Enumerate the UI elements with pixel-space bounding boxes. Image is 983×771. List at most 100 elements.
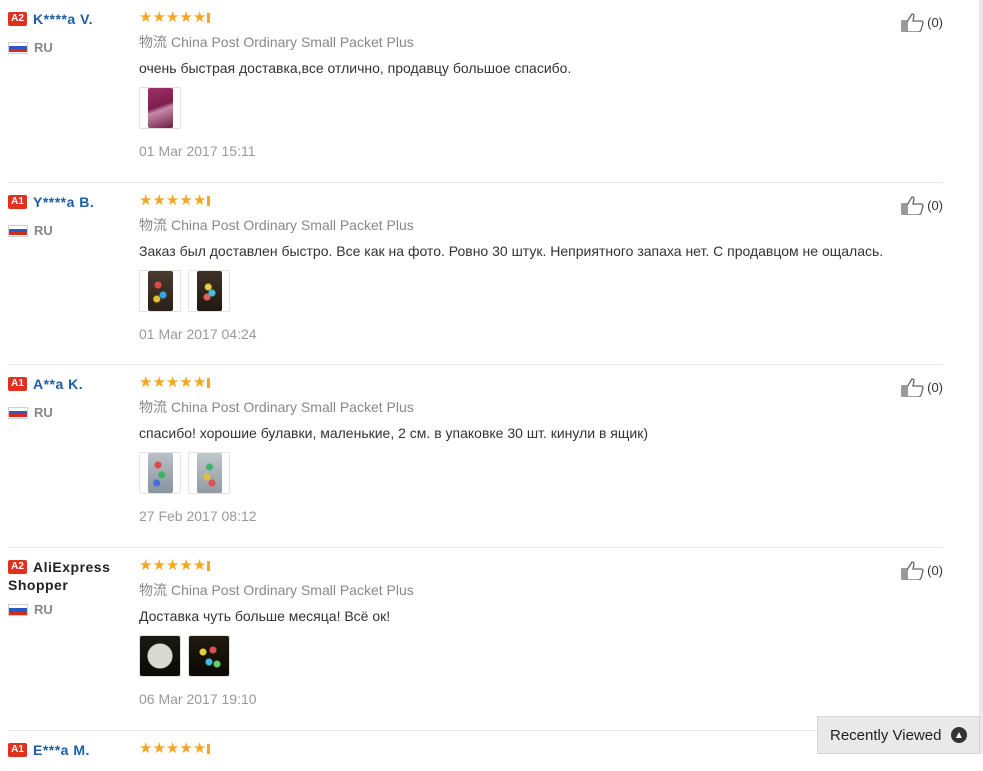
country-code: RU: [34, 405, 53, 420]
russia-flag-icon: [8, 406, 28, 419]
shipping-name: China Post Ordinary Small Packet Plus: [171, 217, 414, 233]
star-icon: ★: [139, 740, 153, 757]
country-code: RU: [34, 223, 53, 238]
helpful-button[interactable]: (0): [901, 195, 943, 215]
star-icon: ★: [192, 740, 207, 757]
country-code: RU: [34, 602, 53, 618]
helpful-button[interactable]: (0): [901, 12, 943, 32]
star-icon: ★: [179, 740, 193, 757]
star-icon: ★: [139, 557, 153, 574]
star-rating: ★ ★ ★ ★ ★: [139, 193, 943, 209]
star-icon: ★: [192, 557, 207, 574]
russia-flag-icon: [8, 41, 28, 54]
review-photo[interactable]: [188, 635, 230, 677]
russia-flag-icon: [8, 224, 28, 237]
shipping-label: 物流: [139, 582, 167, 598]
shipping-label: 物流: [139, 217, 167, 233]
helpful-count: (0): [927, 562, 943, 578]
review-photo[interactable]: [188, 270, 230, 312]
reviewer-info: A1 Y****a B. RU: [8, 193, 133, 238]
star-icon: ★: [152, 192, 166, 209]
star-icon: ★: [192, 192, 207, 209]
star-icon: ★: [139, 9, 153, 26]
star-tail-icon: [207, 378, 211, 388]
helpful-button[interactable]: (0): [901, 377, 943, 397]
star-icon: ★: [165, 557, 180, 574]
review-item: A2 K****a V. RU ★ ★ ★ ★ ★ 物流 China Post Ordina…: [8, 0, 943, 183]
shipping-method: 物流 China Post Ordinary Small Packet Plus: [139, 397, 943, 417]
star-icon: ★: [152, 374, 166, 391]
star-tail-icon: [207, 561, 211, 571]
review-content: ★ ★ ★ ★ ★ 物流 China Post Ordinary Small Packet…: [139, 10, 943, 159]
helpful-count: (0): [927, 379, 943, 395]
country-code: RU: [34, 40, 53, 55]
star-rating: ★ ★ ★ ★ ★: [139, 10, 943, 26]
star-icon: ★: [152, 9, 166, 26]
reviewer-name[interactable]: Y****a B.: [33, 194, 94, 210]
thumbs-up-icon: [901, 13, 924, 32]
review-item: A2 AliExpress Shopper RU ★ ★ ★ ★ ★ 物流 China Po…: [8, 548, 943, 731]
review-date: 06 Mar 2017 19:10: [139, 691, 257, 707]
star-icon: ★: [192, 374, 207, 391]
shipping-method: 物流 China Post Ordinary Small Packet Plus: [139, 32, 943, 52]
reviewer-info: A2 K****a V. RU: [8, 10, 133, 55]
reviewer-info: A1 A**a K. RU: [8, 375, 133, 420]
shipping-method: 物流 China Post Ordinary Small Packet Plus: [139, 215, 943, 235]
review-photo[interactable]: [139, 87, 181, 129]
review-photo[interactable]: [139, 635, 181, 677]
star-rating: ★ ★ ★ ★ ★: [139, 558, 943, 574]
star-icon: ★: [152, 740, 166, 757]
review-photo[interactable]: [139, 452, 181, 494]
reviewer-country: RU: [8, 40, 133, 55]
reviewer-name[interactable]: E***a M.: [33, 742, 90, 758]
shipping-name: China Post Ordinary Small Packet Plus: [171, 34, 414, 50]
buyer-level-badge: A1: [8, 376, 27, 391]
shipping-label: 物流: [139, 399, 167, 415]
star-tail-icon: [207, 744, 211, 754]
review-date: 01 Mar 2017 04:24: [139, 326, 257, 342]
review-photos: [139, 452, 943, 494]
shipping-method: 物流 China Post Ordinary Small Packet Plus: [139, 580, 943, 600]
buyer-level-badge: A2: [8, 560, 27, 574]
thumbs-up-icon: [901, 561, 924, 580]
review-photo[interactable]: [139, 270, 181, 312]
reviewer-country: RU: [8, 405, 133, 420]
chevron-up-icon: ▲: [951, 727, 967, 743]
review-text: Доставка чуть больше месяца! Всё ок!: [139, 608, 391, 624]
review-photos: [139, 87, 943, 129]
star-icon: ★: [165, 740, 180, 757]
star-rating: ★ ★ ★ ★ ★: [139, 375, 943, 391]
star-icon: ★: [179, 192, 193, 209]
shipping-name: China Post Ordinary Small Packet Plus: [171, 399, 414, 415]
star-icon: ★: [165, 192, 180, 209]
buyer-level-badge: A1: [8, 742, 27, 757]
helpful-button[interactable]: (0): [901, 560, 943, 580]
shipping-name: China Post Ordinary Small Packet Plus: [171, 582, 414, 598]
star-icon: ★: [139, 192, 153, 209]
reviewer-name[interactable]: K****a V.: [33, 11, 93, 27]
reviewer-country: RU: [8, 223, 133, 238]
shipping-label: 物流: [139, 34, 167, 50]
review-item: A1 Y****a B. RU ★ ★ ★ ★ ★ 物流 China Post Ordina…: [8, 183, 943, 365]
star-icon: ★: [192, 9, 207, 26]
star-icon: ★: [165, 9, 180, 26]
review-text: очень быстрая доставка,все отлично, прод…: [139, 60, 572, 76]
buyer-level-badge: A1: [8, 194, 27, 209]
review-date: 27 Feb 2017 08:12: [139, 508, 257, 524]
reviewer-name[interactable]: A**a K.: [33, 376, 83, 392]
review-content: ★ ★ ★ ★ ★ 物流 China Post Ordinary Small Packet…: [139, 558, 943, 707]
review-list: A2 K****a V. RU ★ ★ ★ ★ ★ 物流 China Post Ordina…: [0, 0, 943, 771]
recently-viewed-button[interactable]: Recently Viewed ▲: [817, 716, 980, 754]
review-content: ★ ★ ★ ★ ★ 物流 China Post Ordinary Small Packet…: [139, 193, 943, 342]
buyer-level-badge: A2: [8, 11, 27, 26]
thumbs-up-icon: [901, 196, 924, 215]
review-text: Заказ был доставлен быстро. Все как на ф…: [139, 243, 884, 259]
helpful-count: (0): [927, 197, 943, 213]
thumbs-up-icon: [901, 378, 924, 397]
star-tail-icon: [207, 196, 211, 206]
scrollbar[interactable]: [979, 0, 983, 754]
star-icon: ★: [165, 374, 180, 391]
review-photo[interactable]: [188, 452, 230, 494]
review-item: A1 E***a M. ★ ★ ★ ★ ★: [8, 731, 943, 771]
star-icon: ★: [179, 9, 193, 26]
